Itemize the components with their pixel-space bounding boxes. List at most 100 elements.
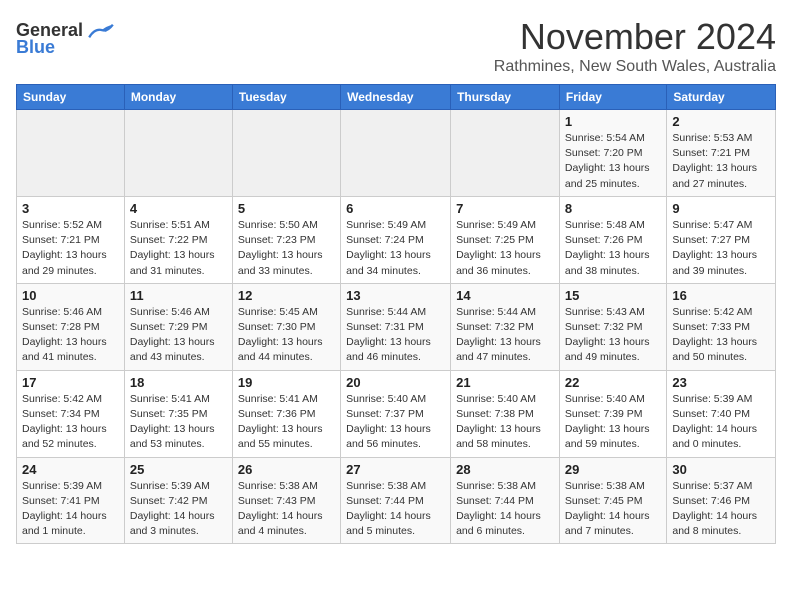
day-number: 7 [456, 201, 554, 216]
day-number: 13 [346, 288, 445, 303]
day-number: 27 [346, 462, 445, 477]
calendar-table: SundayMondayTuesdayWednesdayThursdayFrid… [16, 84, 776, 544]
calendar-day-cell: 13 Sunrise: 5:44 AMSunset: 7:31 PMDayligh… [341, 283, 451, 370]
calendar-day-cell: 1Sunrise: 5:54 AMSunset: 7:20 PMDaylight… [559, 110, 666, 197]
day-number: 22 [565, 375, 661, 390]
day-number: 25 [130, 462, 227, 477]
calendar-day-cell [341, 110, 451, 197]
calendar-day-header: Sunday [17, 85, 125, 110]
day-detail: Sunrise: 5:40 AMSunset: 7:39 PMDaylight:… [565, 392, 661, 453]
day-number: 17 [22, 375, 119, 390]
day-detail: Sunrise: 5:41 AMSunset: 7:36 PMDaylight:… [238, 392, 335, 453]
calendar-day-cell: 15Sunrise: 5:43 AMSunset: 7:32 PMDayligh… [559, 283, 666, 370]
calendar-day-cell: 28Sunrise: 5:38 AMSunset: 7:44 PMDayligh… [451, 457, 560, 544]
calendar-day-cell: 26 Sunrise: 5:38 AMSunset: 7:43 PMDayligh… [232, 457, 340, 544]
calendar-day-cell [17, 110, 125, 197]
calendar-day-header: Tuesday [232, 85, 340, 110]
day-number: 30 [672, 462, 770, 477]
logo: General Blue [16, 20, 115, 58]
day-detail: Sunrise: 5:52 AMSunset: 7:21 PMDaylight:… [22, 218, 119, 279]
day-detail: Sunrise: 5:38 AMSunset: 7:43 PMDaylight:… [238, 479, 335, 540]
calendar-week-row: 24Sunrise: 5:39 AMSunset: 7:41 PMDayligh… [17, 457, 776, 544]
calendar-week-row: 17 Sunrise: 5:42 AMSunset: 7:34 PMDayligh… [17, 370, 776, 457]
day-detail: Sunrise: 5:54 AMSunset: 7:20 PMDaylight:… [565, 131, 661, 192]
day-detail: Sunrise: 5:49 AMSunset: 7:25 PMDaylight:… [456, 218, 554, 279]
calendar-week-row: 3 Sunrise: 5:52 AMSunset: 7:21 PMDaylight… [17, 196, 776, 283]
location-subtitle: Rathmines, New South Wales, Australia [494, 58, 776, 76]
day-detail: Sunrise: 5:47 AMSunset: 7:27 PMDaylight:… [672, 218, 770, 279]
calendar-day-cell: 24Sunrise: 5:39 AMSunset: 7:41 PMDayligh… [17, 457, 125, 544]
calendar-day-cell: 11Sunrise: 5:46 AMSunset: 7:29 PMDayligh… [124, 283, 232, 370]
calendar-day-cell: 4Sunrise: 5:51 AMSunset: 7:22 PMDaylight… [124, 196, 232, 283]
calendar-day-cell: 6Sunrise: 5:49 AMSunset: 7:24 PMDaylight… [341, 196, 451, 283]
calendar-day-cell: 20 Sunrise: 5:40 AMSunset: 7:37 PMDayligh… [341, 370, 451, 457]
day-detail: Sunrise: 5:42 AMSunset: 7:33 PMDaylight:… [672, 305, 770, 366]
calendar-day-cell: 3 Sunrise: 5:52 AMSunset: 7:21 PMDaylight… [17, 196, 125, 283]
day-number: 5 [238, 201, 335, 216]
day-detail: Sunrise: 5:37 AMSunset: 7:46 PMDaylight:… [672, 479, 770, 540]
calendar-day-cell: 12Sunrise: 5:45 AMSunset: 7:30 PMDayligh… [232, 283, 340, 370]
day-number: 18 [130, 375, 227, 390]
day-number: 3 [22, 201, 119, 216]
day-number: 4 [130, 201, 227, 216]
day-detail: Sunrise: 5:49 AMSunset: 7:24 PMDaylight:… [346, 218, 445, 279]
day-detail: Sunrise: 5:46 AMSunset: 7:28 PMDaylight:… [22, 305, 119, 366]
calendar-day-cell: 21 Sunrise: 5:40 AMSunset: 7:38 PMDayligh… [451, 370, 560, 457]
day-detail: Sunrise: 5:48 AMSunset: 7:26 PMDaylight:… [565, 218, 661, 279]
day-detail: Sunrise: 5:43 AMSunset: 7:32 PMDaylight:… [565, 305, 661, 366]
day-number: 14 [456, 288, 554, 303]
calendar-day-cell: 5 Sunrise: 5:50 AMSunset: 7:23 PMDaylight… [232, 196, 340, 283]
day-detail: Sunrise: 5:39 AMSunset: 7:42 PMDaylight:… [130, 479, 227, 540]
day-number: 26 [238, 462, 335, 477]
day-detail: Sunrise: 5:50 AMSunset: 7:23 PMDaylight:… [238, 218, 335, 279]
calendar-day-cell: 22 Sunrise: 5:40 AMSunset: 7:39 PMDayligh… [559, 370, 666, 457]
calendar-day-cell: 29 Sunrise: 5:38 AMSunset: 7:45 PMDayligh… [559, 457, 666, 544]
day-detail: Sunrise: 5:39 AMSunset: 7:41 PMDaylight:… [22, 479, 119, 540]
day-number: 9 [672, 201, 770, 216]
calendar-day-header: Friday [559, 85, 666, 110]
calendar-day-cell [124, 110, 232, 197]
calendar-week-row: 1Sunrise: 5:54 AMSunset: 7:20 PMDaylight… [17, 110, 776, 197]
page-header: General Blue November 2024 Rathmines, Ne… [16, 16, 776, 76]
calendar-day-cell: 7 Sunrise: 5:49 AMSunset: 7:25 PMDaylight… [451, 196, 560, 283]
day-detail: Sunrise: 5:44 AMSunset: 7:32 PMDaylight:… [456, 305, 554, 366]
day-number: 21 [456, 375, 554, 390]
calendar-week-row: 10 Sunrise: 5:46 AMSunset: 7:28 PMDayligh… [17, 283, 776, 370]
calendar-day-cell: 30 Sunrise: 5:37 AMSunset: 7:46 PMDayligh… [667, 457, 776, 544]
logo-bird-icon [87, 21, 115, 41]
day-detail: Sunrise: 5:38 AMSunset: 7:45 PMDaylight:… [565, 479, 661, 540]
calendar-day-cell [232, 110, 340, 197]
day-number: 29 [565, 462, 661, 477]
day-number: 2 [672, 114, 770, 129]
day-number: 19 [238, 375, 335, 390]
day-number: 10 [22, 288, 119, 303]
logo-blue-text: Blue [16, 37, 55, 58]
calendar-day-cell: 10 Sunrise: 5:46 AMSunset: 7:28 PMDayligh… [17, 283, 125, 370]
day-number: 16 [672, 288, 770, 303]
calendar-day-cell: 14 Sunrise: 5:44 AMSunset: 7:32 PMDayligh… [451, 283, 560, 370]
calendar-day-header: Wednesday [341, 85, 451, 110]
month-title: November 2024 [494, 16, 776, 58]
day-detail: Sunrise: 5:53 AMSunset: 7:21 PMDaylight:… [672, 131, 770, 192]
calendar-day-cell: 23Sunrise: 5:39 AMSunset: 7:40 PMDayligh… [667, 370, 776, 457]
day-detail: Sunrise: 5:40 AMSunset: 7:37 PMDaylight:… [346, 392, 445, 453]
calendar-day-header: Thursday [451, 85, 560, 110]
day-detail: Sunrise: 5:39 AMSunset: 7:40 PMDaylight:… [672, 392, 770, 453]
day-number: 20 [346, 375, 445, 390]
day-number: 12 [238, 288, 335, 303]
day-detail: Sunrise: 5:41 AMSunset: 7:35 PMDaylight:… [130, 392, 227, 453]
calendar-day-header: Saturday [667, 85, 776, 110]
day-detail: Sunrise: 5:40 AMSunset: 7:38 PMDaylight:… [456, 392, 554, 453]
calendar-day-cell: 25 Sunrise: 5:39 AMSunset: 7:42 PMDayligh… [124, 457, 232, 544]
day-detail: Sunrise: 5:38 AMSunset: 7:44 PMDaylight:… [346, 479, 445, 540]
day-detail: Sunrise: 5:44 AMSunset: 7:31 PMDaylight:… [346, 305, 445, 366]
day-detail: Sunrise: 5:42 AMSunset: 7:34 PMDaylight:… [22, 392, 119, 453]
day-detail: Sunrise: 5:38 AMSunset: 7:44 PMDaylight:… [456, 479, 554, 540]
calendar-day-cell: 17 Sunrise: 5:42 AMSunset: 7:34 PMDayligh… [17, 370, 125, 457]
calendar-day-cell [451, 110, 560, 197]
calendar-day-cell: 9 Sunrise: 5:47 AMSunset: 7:27 PMDaylight… [667, 196, 776, 283]
calendar-day-cell: 19 Sunrise: 5:41 AMSunset: 7:36 PMDayligh… [232, 370, 340, 457]
calendar-day-cell: 27 Sunrise: 5:38 AMSunset: 7:44 PMDayligh… [341, 457, 451, 544]
day-detail: Sunrise: 5:46 AMSunset: 7:29 PMDaylight:… [130, 305, 227, 366]
day-number: 8 [565, 201, 661, 216]
